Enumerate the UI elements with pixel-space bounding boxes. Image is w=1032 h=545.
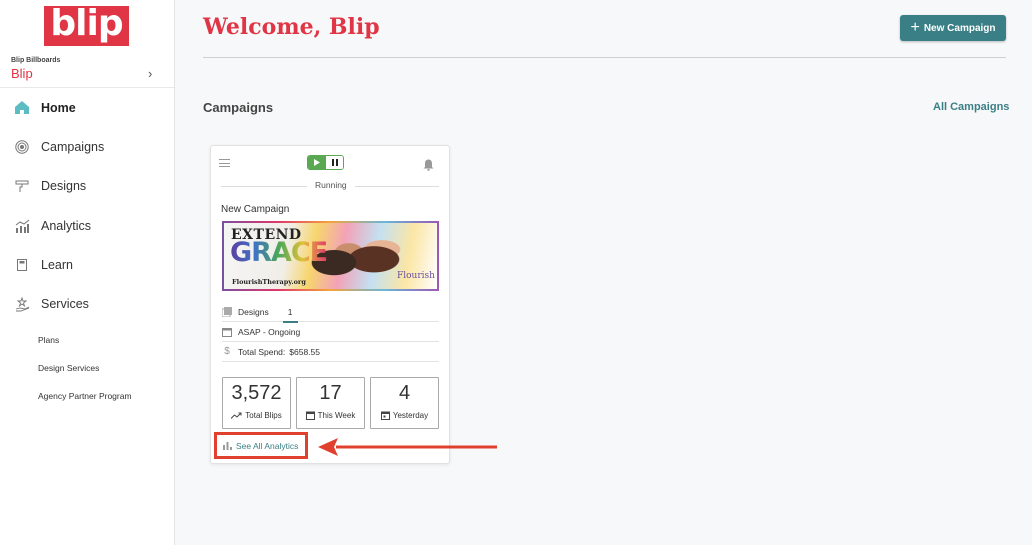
hamburger-menu-icon[interactable] — [219, 159, 230, 167]
spend-row: $ Total Spend: $658.55 — [222, 342, 439, 362]
stat-label: This Week — [305, 411, 355, 420]
campaign-status: Running — [307, 180, 355, 190]
sidebar-item-label: Analytics — [41, 218, 92, 233]
sidebar-item-analytics[interactable]: Analytics — [0, 206, 174, 245]
sidebar-item-campaigns[interactable]: Campaigns — [0, 127, 174, 166]
sidebar-item-services[interactable]: Services — [0, 284, 174, 323]
sidebar-item-label: Learn — [41, 257, 73, 272]
bar-chart-icon — [223, 441, 232, 450]
campaign-card: Running New Campaign EXTEND GRACE Flouri… — [210, 145, 450, 464]
see-all-analytics-link[interactable]: See All Analytics — [214, 432, 308, 459]
account-switcher[interactable]: Blip Billboards Blip › — [0, 54, 174, 88]
plus-icon: + — [910, 19, 920, 36]
subnav-item-agency-partner-program[interactable]: Agency Partner Program — [0, 382, 174, 410]
sidebar-nav: Home Campaigns Designs Analytics Learn S… — [0, 88, 174, 324]
stat-total-blips[interactable]: 3,572 Total Blips — [222, 377, 291, 429]
sidebar-item-label: Services — [41, 297, 89, 312]
campaigns-section-title: Campaigns — [203, 100, 274, 115]
sidebar-item-learn[interactable]: Learn — [0, 245, 174, 284]
campaign-design-thumbnail[interactable]: EXTEND GRACE FlourishTherapy.org Flouris… — [222, 221, 439, 291]
calendar-icon — [222, 327, 232, 337]
campaign-stats: 3,572 Total Blips 17 This Week 4 Yesterd… — [222, 377, 439, 429]
spend-value: $658.55 — [289, 346, 320, 357]
book-icon — [14, 257, 30, 273]
services-subnav: Plans Design Services Agency Partner Pro… — [0, 326, 174, 410]
chart-icon — [14, 218, 30, 234]
stat-label: Total Blips — [231, 411, 282, 420]
spend-label: Total Spend: — [238, 346, 286, 357]
run-pause-toggle — [307, 155, 344, 170]
blip-logo[interactable]: blip — [44, 6, 129, 46]
pause-button[interactable] — [326, 156, 343, 169]
banner-subheadline: GRACE — [230, 237, 328, 268]
org-name: Blip Billboards — [11, 57, 61, 64]
pause-icon — [331, 159, 338, 166]
logo-text: blip — [50, 3, 123, 44]
subnav-item-design-services[interactable]: Design Services — [0, 354, 174, 382]
stat-value: 17 — [319, 382, 342, 404]
stat-this-week[interactable]: 17 This Week — [296, 377, 365, 429]
play-button[interactable] — [308, 156, 326, 169]
stat-value: 3,572 — [231, 382, 282, 404]
analytics-link-label: See All Analytics — [236, 440, 299, 451]
calendar-day-icon — [380, 411, 390, 420]
sidebar-item-designs[interactable]: Designs — [0, 167, 174, 206]
sidebar-item-label: Designs — [41, 179, 87, 194]
campaign-name[interactable]: New Campaign — [221, 204, 289, 215]
target-icon — [14, 139, 30, 155]
dollar-icon: $ — [224, 346, 230, 357]
home-icon — [14, 100, 30, 116]
calendar-icon — [305, 411, 315, 420]
bell-icon[interactable] — [423, 158, 435, 171]
paint-roller-icon — [14, 178, 30, 194]
schedule-text: ASAP - Ongoing — [238, 326, 301, 337]
play-icon — [314, 159, 320, 166]
stat-label: Yesterday — [380, 411, 428, 420]
new-campaign-button[interactable]: + New Campaign — [900, 15, 1006, 41]
trend-up-icon — [231, 412, 242, 419]
header-divider — [203, 57, 1006, 58]
sidebar-item-label: Home — [41, 100, 76, 115]
all-campaigns-link[interactable]: All Campaigns — [933, 101, 1009, 113]
sidebar-item-label: Campaigns — [41, 139, 105, 154]
chevron-right-icon[interactable]: › — [148, 66, 152, 81]
hand-star-icon — [14, 296, 30, 312]
banner-url: FlourishTherapy.org — [232, 278, 306, 286]
arrow-head — [318, 438, 338, 456]
stat-value: 4 — [398, 382, 411, 404]
sidebar: blip Blip Billboards Blip › Home Campaig… — [0, 0, 175, 545]
sidebar-item-home[interactable]: Home — [0, 88, 174, 127]
banner-brand: Flourish — [397, 271, 435, 281]
schedule-row: ASAP - Ongoing — [222, 322, 439, 342]
images-icon — [222, 306, 232, 317]
annotation-arrow — [318, 438, 497, 456]
stat-yesterday[interactable]: 4 Yesterday — [370, 377, 439, 429]
page-title: Welcome, Blip — [203, 14, 380, 40]
designs-count-tab[interactable]: 1 — [282, 307, 299, 323]
subnav-item-plans[interactable]: Plans — [0, 326, 174, 354]
designs-label: Designs — [238, 306, 269, 317]
new-campaign-label: New Campaign — [923, 22, 996, 34]
designs-row: Designs 1 — [222, 302, 439, 323]
account-name: Blip — [11, 66, 33, 81]
